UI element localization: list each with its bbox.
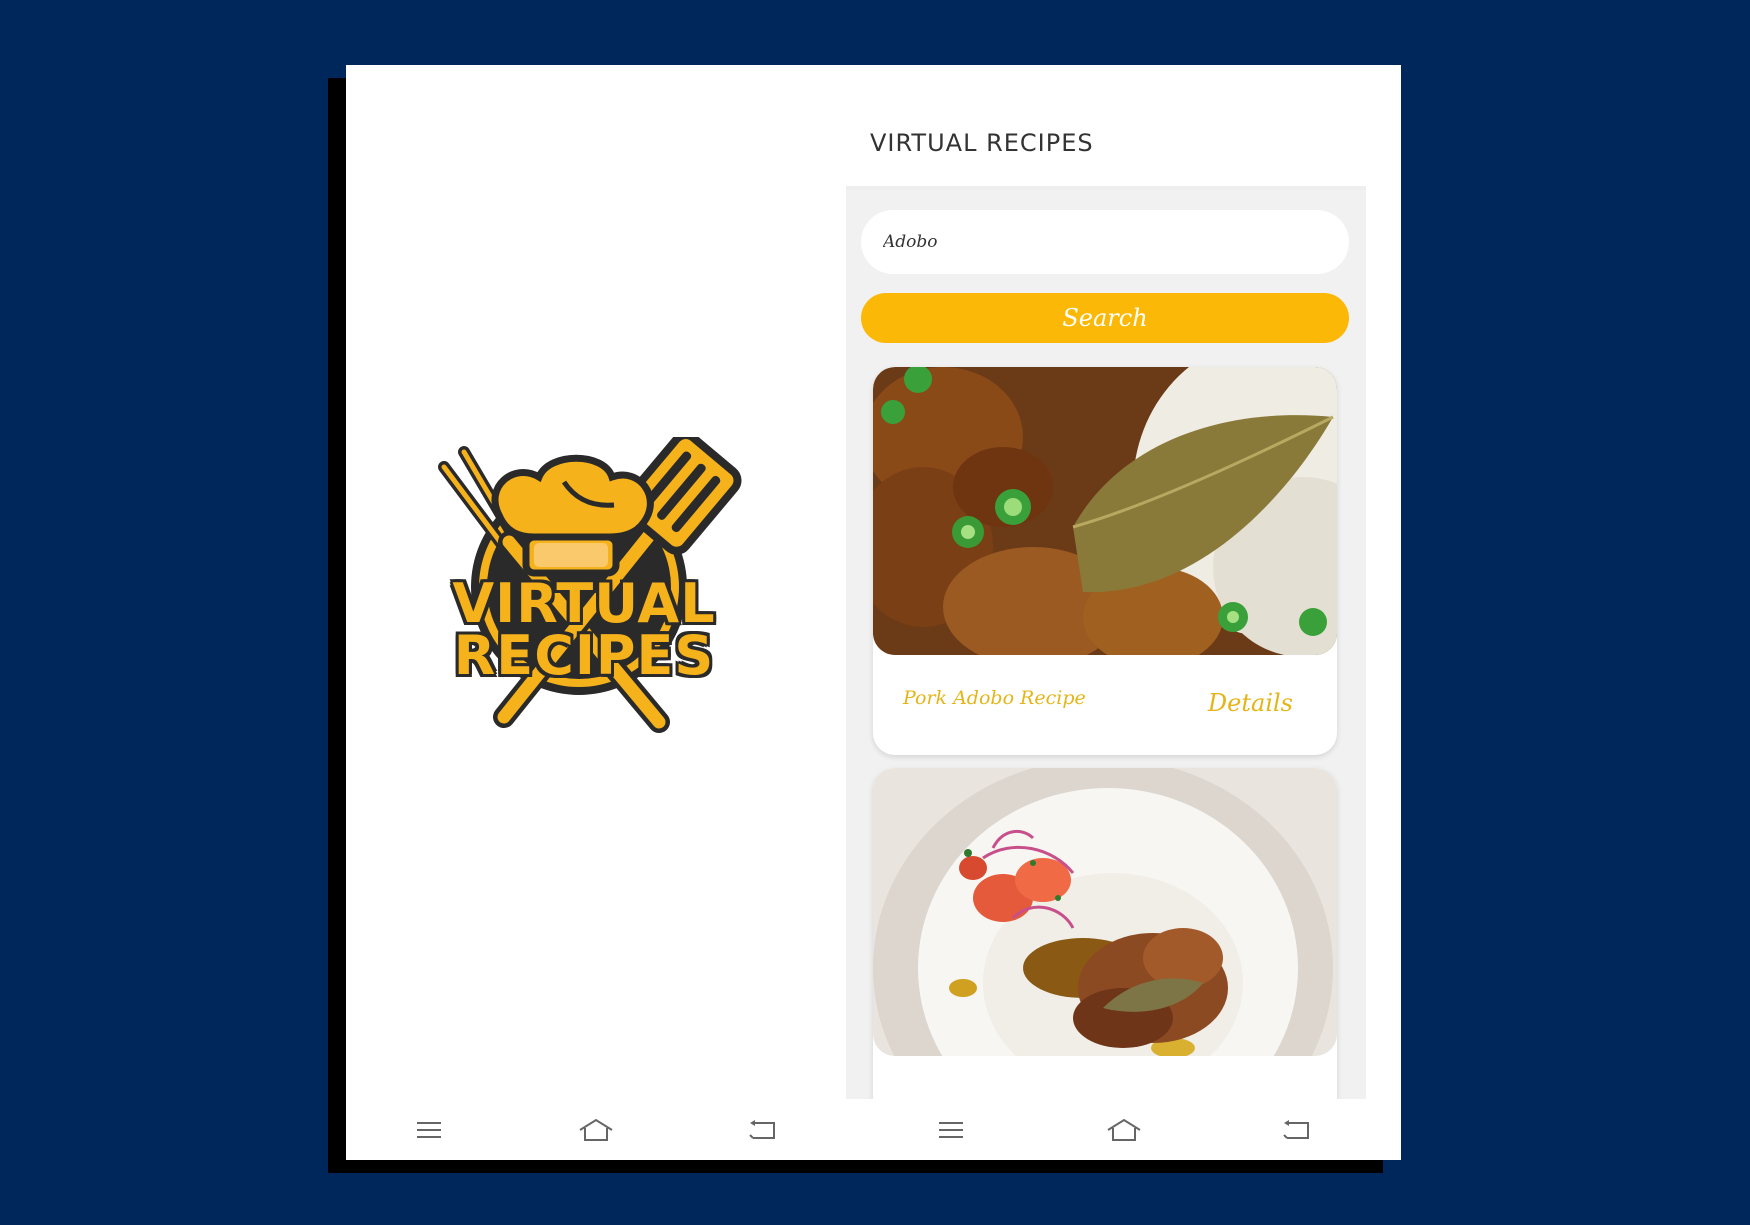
logo-text-line2: RECIPES bbox=[453, 624, 715, 687]
recipe-image[interactable] bbox=[873, 768, 1337, 1056]
stage: VIRTUAL RECIPES VIRTUAL RECIPES Adobo Se… bbox=[0, 0, 1750, 1225]
home-icon bbox=[1107, 1118, 1141, 1141]
splash-screen: VIRTUAL RECIPES bbox=[346, 65, 846, 1099]
app-title: VIRTUAL RECIPES bbox=[870, 129, 1094, 157]
recipe-details-link[interactable]: Details bbox=[1208, 689, 1293, 717]
home-icon bbox=[579, 1118, 613, 1141]
recipe-image[interactable] bbox=[873, 367, 1337, 655]
menu-icon bbox=[938, 1121, 963, 1138]
menu-button[interactable] bbox=[931, 1115, 971, 1145]
app-body: Search bbox=[846, 190, 1366, 1099]
recipe-card[interactable] bbox=[873, 768, 1337, 1099]
adobo-plate-photo bbox=[873, 768, 1337, 1056]
recipe-search-screen: VIRTUAL RECIPES Search bbox=[846, 65, 1366, 1099]
virtual-recipes-logo: VIRTUAL RECIPES bbox=[414, 437, 754, 737]
navbar-left bbox=[346, 1099, 846, 1160]
back-icon bbox=[1283, 1119, 1310, 1139]
pork-adobo-photo bbox=[873, 367, 1337, 655]
device-frame: VIRTUAL RECIPES VIRTUAL RECIPES Adobo Se… bbox=[346, 65, 1401, 1160]
menu-icon bbox=[417, 1121, 442, 1138]
home-button[interactable] bbox=[576, 1115, 616, 1145]
search-button[interactable]: Search bbox=[861, 293, 1349, 343]
home-button[interactable] bbox=[1104, 1115, 1144, 1145]
back-icon bbox=[748, 1119, 775, 1139]
logo-text-line1: VIRTUAL bbox=[452, 572, 716, 635]
menu-button[interactable] bbox=[409, 1115, 449, 1145]
recipe-title: Pork Adobo Recipe bbox=[903, 687, 1086, 709]
navbar-right bbox=[864, 1099, 1384, 1160]
recipe-card[interactable]: Pork Adobo Recipe Details bbox=[873, 367, 1337, 755]
back-button[interactable] bbox=[743, 1115, 783, 1145]
back-button[interactable] bbox=[1277, 1115, 1317, 1145]
app-header: VIRTUAL RECIPES bbox=[846, 65, 1366, 190]
search-input[interactable] bbox=[861, 210, 1349, 274]
